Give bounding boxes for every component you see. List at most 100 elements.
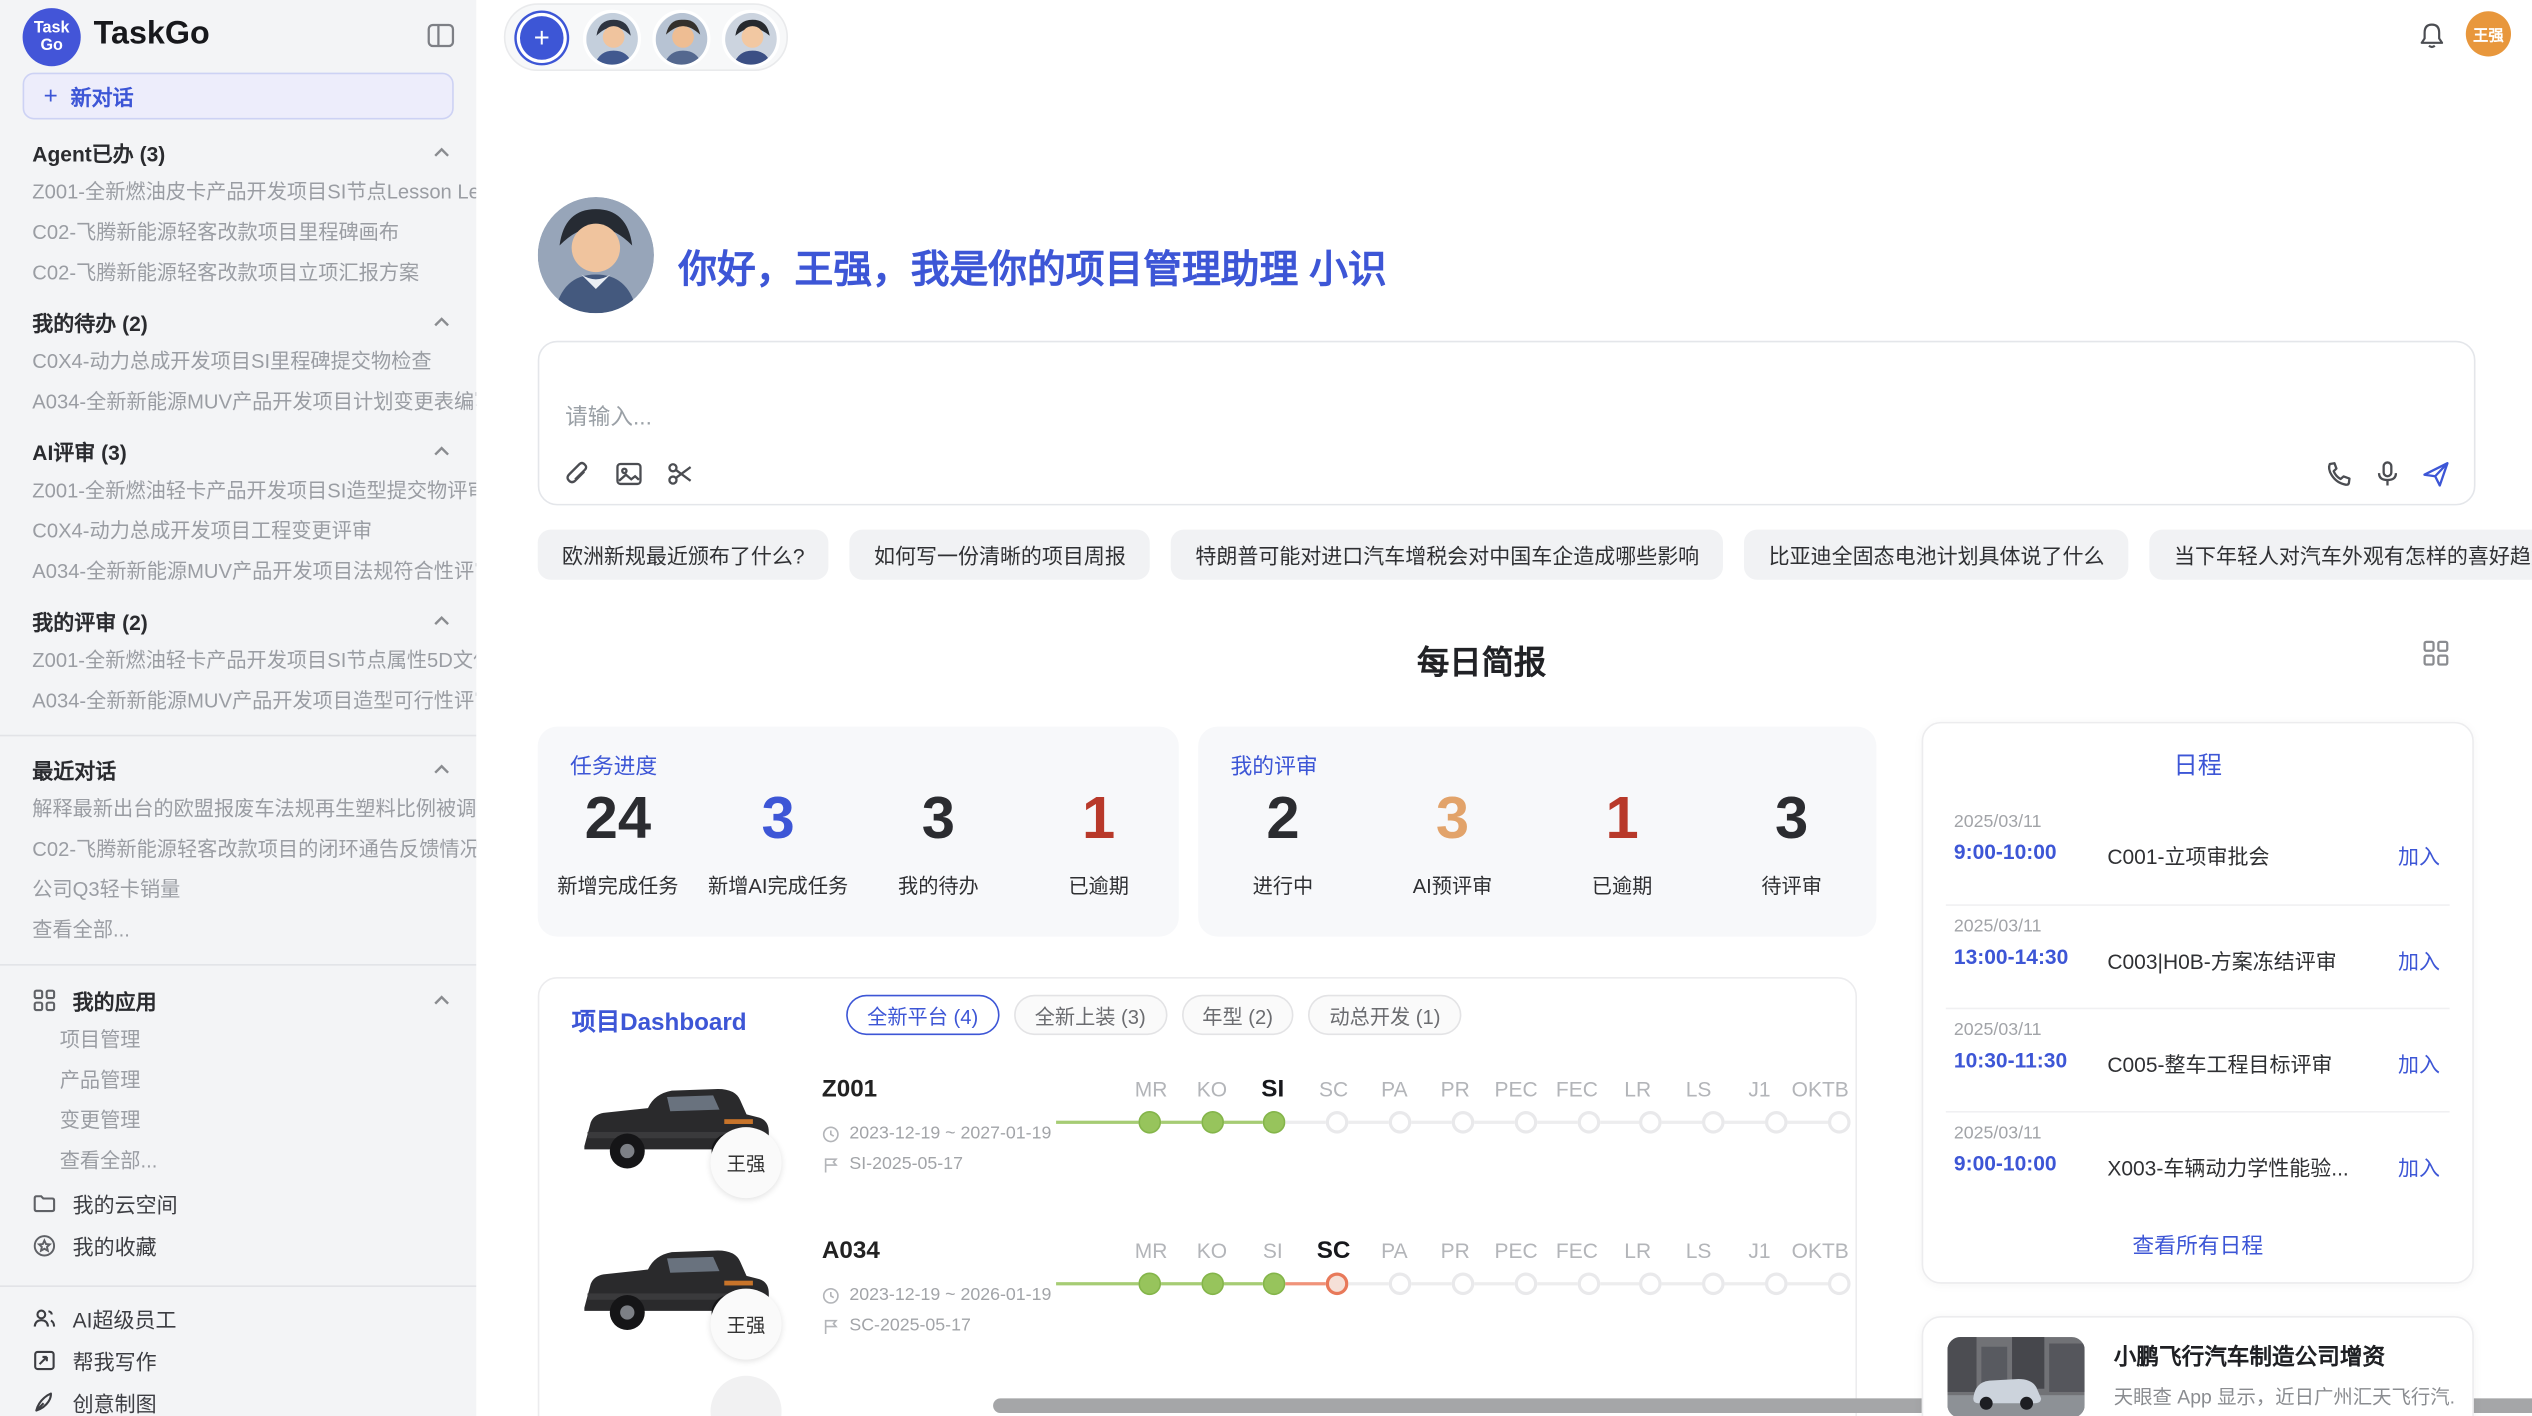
microphone-icon[interactable]	[2372, 459, 2403, 490]
project-owner-badge: 王强	[711, 1127, 782, 1198]
view-all-schedule-link[interactable]: 查看所有日程	[1923, 1227, 2472, 1259]
join-meeting-link[interactable]: 加入	[2398, 1048, 2440, 1079]
join-meeting-link[interactable]: 加入	[2398, 945, 2440, 976]
sidebar-section-header[interactable]: 我的待办 (2)	[0, 302, 476, 342]
sidebar-section-header[interactable]: Agent已办 (3)	[0, 132, 476, 172]
sidebar-item[interactable]: Z001-全新燃油皮卡产品开发项目SI节点Lesson Learn报告	[0, 173, 476, 213]
dashboard-tab[interactable]: 年型 (2)	[1181, 995, 1294, 1035]
sidebar-section-header[interactable]: 我的评审 (2)	[0, 601, 476, 641]
paperclip-icon[interactable]	[562, 459, 593, 490]
milestone-track: MRKOSISCPAPRPECFECLRLSJ1OKTB	[1056, 1072, 1850, 1137]
phone-icon[interactable]	[2324, 459, 2355, 490]
join-meeting-link[interactable]: 加入	[2398, 840, 2440, 871]
chat-input[interactable]	[565, 400, 2341, 448]
milestone-node[interactable]	[1326, 1111, 1349, 1134]
milestone-node[interactable]	[1263, 1111, 1286, 1134]
sidebar-item[interactable]: C02-飞腾新能源轻客改款项目立项汇报方案	[0, 254, 476, 294]
suggestion-chip[interactable]: 如何写一份清晰的项目周报	[850, 530, 1150, 580]
send-icon[interactable]	[2421, 459, 2452, 490]
milestone-node[interactable]	[1702, 1111, 1725, 1134]
milestone-node[interactable]	[1577, 1272, 1600, 1295]
milestone-node[interactable]	[1389, 1111, 1412, 1134]
milestone-node[interactable]	[1389, 1272, 1412, 1295]
milestone-label: FEC	[1546, 1072, 1607, 1108]
milestone-node[interactable]	[1514, 1111, 1537, 1134]
stat-card: 任务进度24新增完成任务3新增AI完成任务3我的待办1已逾期	[538, 727, 1179, 937]
milestone-label: SI	[1242, 1234, 1303, 1270]
suggestion-chip[interactable]: 当下年轻人对汽车外观有怎样的喜好趋势	[2150, 530, 2532, 580]
sidebar-item[interactable]: A034-全新新能源MUV产品开发项目计划变更表编写	[0, 383, 476, 423]
dashboard-tab[interactable]: 动总开发 (1)	[1308, 995, 1461, 1035]
milestone-node[interactable]	[1640, 1111, 1663, 1134]
avatar[interactable]	[652, 10, 710, 68]
join-meeting-link[interactable]: 加入	[2398, 1151, 2440, 1182]
milestone-node[interactable]	[1138, 1272, 1161, 1295]
add-workspace-button[interactable]: +	[520, 16, 564, 60]
sidebar-item[interactable]: C02-飞腾新能源轻客改款项目里程碑画布	[0, 213, 476, 253]
sidebar-item-creative-drawing[interactable]: 创意制图	[0, 1381, 476, 1416]
milestone-node[interactable]	[1828, 1111, 1851, 1134]
suggestion-chip[interactable]: 欧洲新规最近颁布了什么?	[538, 530, 829, 580]
sidebar-item-help-me-write[interactable]: 帮我写作	[0, 1339, 476, 1381]
sidebar-item[interactable]: A034-全新新能源MUV产品开发项目造型可行性评审	[0, 681, 476, 721]
milestone-label: FEC	[1546, 1234, 1607, 1270]
user-avatar[interactable]: 王强	[2466, 11, 2511, 56]
sidebar-item[interactable]: 解释最新出台的欧盟报废车法规再生塑料比例被调至15%...	[0, 790, 476, 830]
suggestion-chip[interactable]: 特朗普可能对进口汽车增税会对中国车企造成哪些影响	[1171, 530, 1723, 580]
chevron-up-icon[interactable]	[430, 609, 454, 633]
milestone-node[interactable]	[1263, 1272, 1286, 1295]
chevron-up-icon[interactable]	[430, 310, 454, 334]
avatar[interactable]	[722, 10, 780, 68]
suggestion-chip[interactable]: 比亚迪全固态电池计划具体说了什么	[1744, 530, 2128, 580]
milestone-label: LS	[1668, 1234, 1729, 1270]
sidebar-app-item[interactable]: 变更管理	[0, 1101, 476, 1141]
sidebar-item[interactable]: Z001-全新燃油轻卡产品开发项目SI节点属性5D文件评审	[0, 641, 476, 681]
sidebar-item[interactable]: C02-飞腾新能源轻客改款项目的闭环通告反馈情况	[0, 830, 476, 870]
sidebar-item[interactable]: 公司Q3轻卡销量	[0, 870, 476, 910]
sidebar-collapse-icon[interactable]	[426, 21, 455, 50]
sidebar-item[interactable]: C0X4-动力总成开发项目工程变更评审	[0, 512, 476, 552]
milestone-node[interactable]	[1201, 1272, 1224, 1295]
schedule-event-title: C001-立项审批会	[2107, 840, 2269, 871]
milestone-node[interactable]	[1640, 1272, 1663, 1295]
sidebar-app-item[interactable]: 项目管理	[0, 1021, 476, 1061]
new-chat-button[interactable]: + 新对话	[23, 73, 454, 120]
sidebar-item-favorites[interactable]: 我的收藏	[0, 1224, 476, 1266]
milestone-node[interactable]	[1138, 1111, 1161, 1134]
sidebar-section-header[interactable]: 最近对话	[0, 749, 476, 789]
sidebar-item-cloud-space[interactable]: 我的云空间	[0, 1182, 476, 1224]
milestone-node[interactable]	[1201, 1111, 1224, 1134]
sidebar-app-item[interactable]: 查看全部...	[0, 1142, 476, 1182]
sidebar-item[interactable]: A034-全新新能源MUV产品开发项目法规符合性评审	[0, 552, 476, 592]
milestone-node[interactable]	[1514, 1272, 1537, 1295]
notification-bell-icon[interactable]	[2417, 21, 2446, 50]
avatar[interactable]	[583, 10, 641, 68]
milestone-label: MR	[1121, 1072, 1182, 1108]
news-card[interactable]: 小鹏飞行汽车制造公司增资 天眼查 App 显示，近日广州汇天飞行汽...	[1922, 1316, 2474, 1416]
dashboard-tab[interactable]: 全新平台 (4)	[846, 995, 999, 1035]
milestone-node[interactable]	[1452, 1111, 1475, 1134]
project-dates-text: 2023-12-19 ~ 2026-01-19	[849, 1285, 1051, 1304]
dashboard-tab[interactable]: 全新上装 (3)	[1014, 995, 1167, 1035]
milestone-node[interactable]	[1765, 1111, 1788, 1134]
chevron-up-icon[interactable]	[430, 439, 454, 463]
milestone-node[interactable]	[1577, 1111, 1600, 1134]
milestone-node[interactable]	[1765, 1272, 1788, 1295]
briefing-layout-icon[interactable]	[2422, 639, 2449, 666]
image-icon[interactable]	[614, 459, 645, 490]
milestone-node[interactable]	[1452, 1272, 1475, 1295]
sidebar-item[interactable]: C0X4-动力总成开发项目SI里程碑提交物检查	[0, 342, 476, 382]
chevron-up-icon[interactable]	[430, 757, 454, 781]
sidebar-item[interactable]: Z001-全新燃油轻卡产品开发项目SI造型提交物评审	[0, 472, 476, 512]
sidebar-app-item[interactable]: 产品管理	[0, 1061, 476, 1101]
sidebar-item[interactable]: 查看全部...	[0, 911, 476, 951]
sidebar-section-header[interactable]: AI评审 (3)	[0, 431, 476, 471]
sidebar-item-my-apps[interactable]: 我的应用	[0, 979, 476, 1021]
chevron-up-icon[interactable]	[430, 987, 454, 1011]
milestone-node[interactable]	[1828, 1272, 1851, 1295]
sidebar-item-ai-super-staff[interactable]: AI超级员工	[0, 1297, 476, 1339]
scissors-icon[interactable]	[665, 459, 696, 490]
milestone-node[interactable]	[1702, 1272, 1725, 1295]
chevron-up-icon[interactable]	[430, 140, 454, 164]
milestone-node[interactable]	[1326, 1272, 1349, 1295]
